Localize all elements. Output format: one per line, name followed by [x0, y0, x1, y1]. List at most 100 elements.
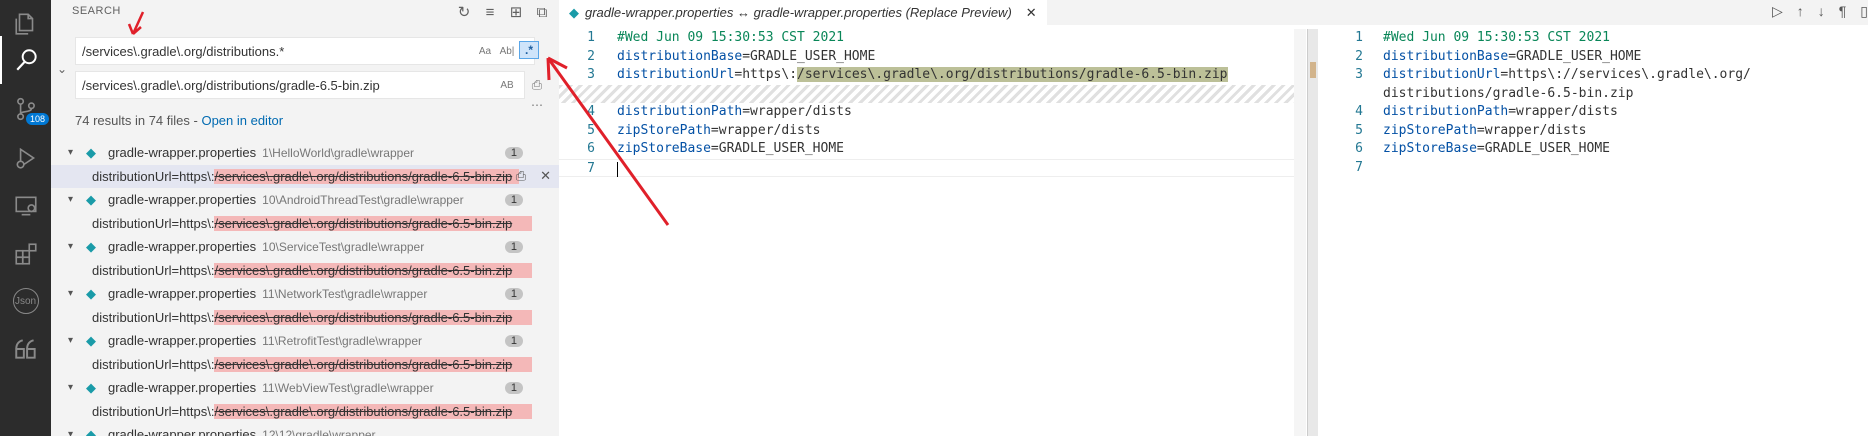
refresh-icon[interactable]: ↻: [455, 3, 473, 21]
open-in-editor-link[interactable]: Open in editor: [201, 113, 283, 128]
replace-input[interactable]: /services\.gradle\.org/distributions/gra…: [75, 71, 525, 99]
next-change-icon[interactable]: ↓: [1818, 3, 1825, 20]
match-highlight: /services\.gradle\.org/distributions/gra…: [214, 168, 520, 184]
result-match-row[interactable]: distributionUrl=https\:/services\.gradle…: [51, 353, 559, 377]
code-line: zipStoreBase=GRADLE_USER_HOME: [1383, 140, 1610, 159]
result-file-row[interactable]: ▾ ◆ gradle-wrapper.properties 11\RetrofitTe…: [51, 329, 559, 353]
expand-chevron-icon[interactable]: ▾: [68, 194, 80, 205]
match-prefix: distributionUrl=https\:: [92, 356, 215, 372]
results-summary: 74 results in 74 files - Open in editor: [75, 113, 283, 128]
match-highlight: /services\.gradle\.org/distributions/gra…: [214, 215, 533, 231]
diff-splitter[interactable]: [1307, 29, 1318, 436]
source-control-icon[interactable]: 108: [0, 85, 51, 133]
json-label: Json: [12, 288, 39, 314]
expand-chevron-icon[interactable]: ▾: [68, 241, 80, 252]
toggle-replace-chevron-icon[interactable]: ⌄: [57, 62, 67, 76]
tab-replace-preview[interactable]: ◆ gradle-wrapper.properties ↔ gradle-wra…: [559, 0, 1047, 25]
toggle-inline-icon[interactable]: ¶: [1839, 3, 1847, 20]
close-tab-icon[interactable]: ✕: [1026, 5, 1037, 21]
line-number: 6: [1355, 141, 1363, 156]
replace-icon[interactable]: ⎙: [516, 168, 526, 184]
clear-results-icon[interactable]: ≡: [481, 3, 499, 21]
match-highlight: /services\.gradle\.org/distributions/gra…: [214, 262, 533, 278]
dismiss-icon[interactable]: ✕: [540, 168, 551, 184]
diff-modified-pane[interactable]: 1 #Wed Jun 09 15:30:53 CST 2021 2 distribu…: [1327, 29, 1868, 177]
match-count-badge: 1: [504, 287, 523, 300]
diff-removed-highlight: /services\.gradle\.org/distributions/gra…: [797, 67, 1228, 82]
expand-chevron-icon[interactable]: ▾: [68, 147, 80, 158]
regex-toggle[interactable]: .*: [519, 41, 539, 59]
result-match-row[interactable]: distributionUrl=https\:/services\.gradle…: [51, 306, 559, 330]
result-file-name: gradle-wrapper.properties: [108, 380, 257, 396]
code-line: zipStorePath=wrapper/dists: [1383, 122, 1587, 141]
diff-original-pane[interactable]: 1 #Wed Jun 09 15:30:53 CST 2021 2 distribu…: [559, 29, 1294, 177]
sidebar-actions: ↻ ≡ ⊞ ⧉: [455, 3, 551, 22]
code-value: =wrapper/dists: [1508, 104, 1618, 119]
result-file-path: 1\HelloWorld\gradle\wrapper: [262, 145, 414, 160]
tab-title: gradle-wrapper.properties ↔ gradle-wrapp…: [585, 5, 1012, 20]
match-count-badge: 1: [504, 240, 523, 253]
sidebar-title: SEARCH: [72, 5, 121, 17]
expand-chevron-icon[interactable]: ▾: [68, 382, 80, 393]
result-file-name: gradle-wrapper.properties: [108, 192, 257, 208]
line-number: 2: [1355, 48, 1363, 64]
preserve-case-toggle[interactable]: AB: [497, 76, 517, 94]
code-value: =GRADLE_USER_HOME: [1508, 48, 1642, 64]
gradle-file-icon: ◆: [86, 426, 96, 436]
code-key: distributionBase: [1383, 48, 1509, 64]
result-file-path: 11\NetworkTest\gradle\wrapper: [262, 286, 428, 301]
replace-input-value: /services\.gradle\.org/distributions/gra…: [82, 77, 380, 93]
match-case-toggle[interactable]: Aa: [475, 42, 495, 60]
split-editor-icon[interactable]: ▯: [1860, 3, 1868, 20]
expand-chevron-icon[interactable]: ▾: [68, 288, 80, 299]
replace-all-icon[interactable]: ⎙: [527, 76, 547, 94]
result-file-row[interactable]: ▾ ◆ gradle-wrapper.properties 1\HelloWorld\…: [51, 141, 559, 165]
code-line: distributionUrl=https\:/services\.gradle…: [617, 66, 1228, 85]
result-file-path: 10\AndroidThreadTest\gradle\wrapper: [262, 192, 464, 207]
json-icon[interactable]: Json: [0, 277, 51, 325]
more-options-icon[interactable]: ⋯: [527, 96, 547, 114]
match-prefix: distributionUrl=https\:: [92, 168, 215, 184]
result-file-path: 12\12\gradle\wrapper: [262, 427, 376, 436]
match-prefix: distributionUrl=https\:: [92, 215, 215, 231]
gradle-file-icon: ◆: [86, 144, 96, 160]
result-file-path: 11\RetrofitTest\gradle\wrapper: [262, 333, 422, 348]
code-line: zipStoreBase=GRADLE_USER_HOME: [617, 140, 844, 159]
remote-explorer-icon[interactable]: [0, 182, 51, 230]
line-number: 7: [1355, 159, 1363, 175]
run-debug-icon[interactable]: [0, 134, 51, 182]
line-number: 4: [1355, 104, 1363, 119]
expand-chevron-icon[interactable]: ▾: [68, 335, 80, 346]
result-file-row[interactable]: ▾ ◆ gradle-wrapper.properties 11\NetworkTes…: [51, 282, 559, 306]
code-line: distributionUrl=https\://services\.gradl…: [1383, 66, 1751, 85]
search-icon[interactable]: [0, 36, 51, 84]
code-line: distributionPath=wrapper/dists: [1383, 103, 1618, 122]
collapse-all-icon[interactable]: ⧉: [533, 3, 551, 21]
line-number: 6: [587, 141, 595, 156]
text-cursor: [617, 161, 618, 177]
match-highlight: /services\.gradle\.org/distributions/gra…: [214, 403, 533, 419]
run-icon[interactable]: ▷: [1772, 3, 1783, 20]
match-prefix: distributionUrl=https\:: [92, 262, 215, 278]
match-word-toggle[interactable]: Ab|: [497, 42, 517, 60]
gradle-file-icon: ◆: [569, 4, 579, 20]
result-match-row[interactable]: distributionUrl=https\:/services\.gradle…: [51, 400, 559, 424]
quote-icon[interactable]: [0, 325, 51, 373]
result-file-name: gradle-wrapper.properties: [108, 239, 257, 255]
expand-chevron-icon[interactable]: ▾: [68, 429, 80, 436]
result-file-row[interactable]: ▾ ◆ gradle-wrapper.properties 12\12\gradle\…: [51, 423, 559, 436]
search-input[interactable]: /services\.gradle\.org/distributions.*: [75, 37, 535, 65]
code-key: distributionPath: [1383, 104, 1509, 119]
extensions-icon[interactable]: [0, 230, 51, 278]
code-line-wrap: distributions/gradle-6.5-bin.zip: [1383, 85, 1634, 101]
result-file-row[interactable]: ▾ ◆ gradle-wrapper.properties 10\AndroidThr…: [51, 188, 559, 212]
result-file-row[interactable]: ▾ ◆ gradle-wrapper.properties 10\ServiceTes…: [51, 235, 559, 259]
result-match-row[interactable]: distributionUrl=https\:/services\.gradle…: [51, 259, 559, 283]
result-match-row[interactable]: distributionUrl=https\:/services\.gradle…: [51, 212, 559, 236]
gradle-file-icon: ◆: [86, 285, 96, 301]
result-file-row[interactable]: ▾ ◆ gradle-wrapper.properties 11\WebViewTes…: [51, 376, 559, 400]
code-key: zipStoreBase: [1383, 141, 1477, 156]
result-match-row[interactable]: distributionUrl=https\:/services\.gradle…: [51, 164, 559, 188]
new-search-editor-icon[interactable]: ⊞: [507, 3, 525, 21]
previous-change-icon[interactable]: ↑: [1797, 3, 1804, 20]
